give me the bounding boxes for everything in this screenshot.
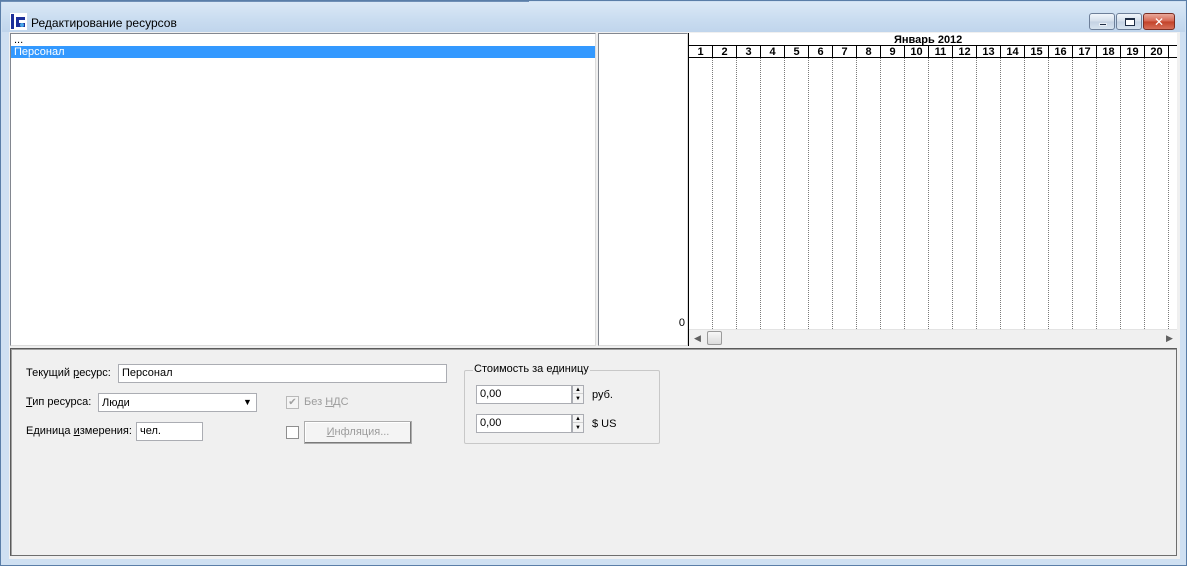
cost-usd-unit: $ US xyxy=(592,418,617,430)
gantt-grid-line xyxy=(952,58,953,329)
unit-label: Единица измерения: xyxy=(26,425,132,437)
list-item[interactable]: ... xyxy=(11,34,595,46)
client-area: ... Персонал 0 Январь 2012 1 2 3 4 5 6 7 8 9 10 11… xyxy=(9,32,1180,559)
maximize-button[interactable] xyxy=(1116,13,1142,30)
gantt-day-header: 6 xyxy=(809,46,833,58)
gantt-day-header: 9 xyxy=(881,46,905,58)
gantt-day-header: 20 xyxy=(1145,46,1169,58)
gantt-grid-line xyxy=(1144,58,1145,329)
gantt-grid-line xyxy=(784,58,785,329)
gantt-day-header: 15 xyxy=(1025,46,1049,58)
title-bar[interactable]: Редактирование ресурсов ✕ xyxy=(2,2,1185,32)
cost-usd-input[interactable]: 0,00 xyxy=(476,414,572,433)
gantt-grid-line xyxy=(1168,58,1169,329)
cost-rub-input[interactable]: 0,00 xyxy=(476,385,572,404)
gantt-day-header: 12 xyxy=(953,46,977,58)
gantt-grid-line xyxy=(1000,58,1001,329)
gantt-grid-line xyxy=(1024,58,1025,329)
close-button[interactable]: ✕ xyxy=(1143,13,1175,30)
window-title: Редактирование ресурсов xyxy=(31,16,177,30)
chevron-down-icon[interactable]: ▼ xyxy=(239,394,256,411)
gantt-grid-line xyxy=(856,58,857,329)
gantt-grid-line xyxy=(760,58,761,329)
gantt-grid-line xyxy=(832,58,833,329)
gantt-day-header: 7 xyxy=(833,46,857,58)
gantt-day-header: 4 xyxy=(761,46,785,58)
gantt-day-header: 13 xyxy=(977,46,1001,58)
gantt-grid-line xyxy=(1120,58,1121,329)
value-column: 0 xyxy=(598,33,688,346)
gantt-grid-line xyxy=(1096,58,1097,329)
unit-cost-group-title: Стоимость за единицу xyxy=(473,363,590,375)
scroll-thumb[interactable] xyxy=(707,331,722,345)
gantt-grid-line xyxy=(976,58,977,329)
cost-rub-unit: руб. xyxy=(592,389,613,401)
arrow-up-icon[interactable]: ▲ xyxy=(573,386,583,394)
arrow-left-icon[interactable]: ◀ xyxy=(689,330,706,346)
vat-checkbox[interactable]: ✔ xyxy=(286,396,299,409)
gantt-day-header: 16 xyxy=(1049,46,1073,58)
caption-buttons: ✕ xyxy=(1088,13,1175,32)
cost-usd-spinner[interactable]: ▲ ▼ xyxy=(572,414,584,433)
gantt-day-header: 5 xyxy=(785,46,809,58)
gantt-day-header: 3 xyxy=(737,46,761,58)
gantt-day-header: 14 xyxy=(1001,46,1025,58)
resource-list[interactable]: ... Персонал xyxy=(10,33,596,346)
gantt-grid-line xyxy=(808,58,809,329)
zero-axis-label: 0 xyxy=(678,317,685,329)
close-icon: ✕ xyxy=(1153,15,1165,29)
resource-details-panel: Текущий ресурс: Персонал Тип ресурса: Лю… xyxy=(10,348,1177,556)
gantt-day-header: 18 xyxy=(1097,46,1121,58)
maximize-icon xyxy=(1125,18,1135,26)
resource-type-label: Тип ресурса: xyxy=(26,396,92,408)
resource-editor-window: Редактирование ресурсов ✕ ... Персонал 0 xyxy=(0,0,1187,566)
gantt-grid-line xyxy=(712,58,713,329)
gantt-day-header: 8 xyxy=(857,46,881,58)
gantt-grid-line xyxy=(880,58,881,329)
gantt-day-header: 2 xyxy=(713,46,737,58)
gantt-grid[interactable] xyxy=(689,58,1177,329)
gantt-grid-line xyxy=(904,58,905,329)
gantt-day-header: 2 xyxy=(1169,46,1177,58)
gantt-grid-line xyxy=(1072,58,1073,329)
gantt-grid-line xyxy=(736,58,737,329)
arrow-right-icon[interactable]: ▶ xyxy=(1161,330,1177,346)
gantt-grid-line xyxy=(928,58,929,329)
gantt-chart[interactable]: Январь 2012 1 2 3 4 5 6 7 8 9 10 11 12 13 14 15 16 17 18 1… xyxy=(688,33,1177,346)
arrow-down-icon[interactable]: ▼ xyxy=(573,424,583,432)
list-item-selected[interactable]: Персонал xyxy=(11,46,595,58)
cost-rub-spinner[interactable]: ▲ ▼ xyxy=(572,385,584,404)
app-icon xyxy=(10,13,27,30)
arrow-down-icon[interactable]: ▼ xyxy=(573,395,583,403)
unit-cost-group: Стоимость за единицу 0,00 ▲ ▼ руб. 0,00 … xyxy=(464,363,660,444)
gantt-day-header: 10 xyxy=(905,46,929,58)
gantt-day-header: 11 xyxy=(929,46,953,58)
current-resource-input[interactable]: Персонал xyxy=(118,364,447,383)
current-resource-label: Текущий ресурс: xyxy=(26,367,111,379)
inflation-button-label: Инфляция... xyxy=(326,426,390,438)
resource-type-select[interactable]: Люди ▼ xyxy=(98,393,257,412)
arrow-up-icon[interactable]: ▲ xyxy=(573,415,583,423)
gantt-day-header: 17 xyxy=(1073,46,1097,58)
horizontal-scrollbar[interactable]: ◀ ▶ xyxy=(689,329,1177,346)
minimize-button[interactable] xyxy=(1089,13,1115,30)
minimize-icon xyxy=(1099,23,1107,26)
gantt-grid-line xyxy=(1048,58,1049,329)
vat-checkbox-label: Без НДС xyxy=(304,396,349,408)
resource-type-value: Люди xyxy=(102,397,130,409)
inflation-checkbox[interactable] xyxy=(286,426,299,439)
day-header-row: 12345678910111213141516171819202 xyxy=(689,45,1177,58)
inflation-button[interactable]: Инфляция... xyxy=(304,421,412,444)
unit-input[interactable]: чел. xyxy=(136,422,203,441)
gantt-day-header: 1 xyxy=(689,46,713,58)
gantt-day-header: 19 xyxy=(1121,46,1145,58)
